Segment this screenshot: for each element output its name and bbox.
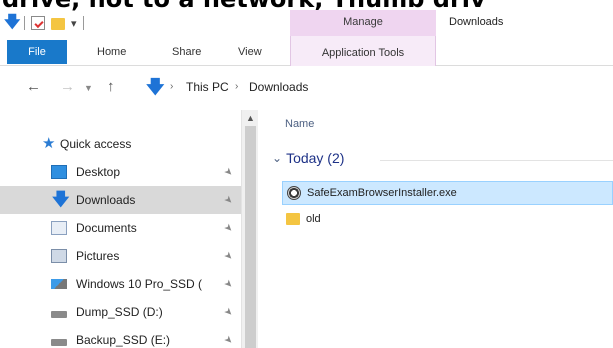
star-icon: ★ xyxy=(42,135,56,152)
download-arrow-icon[interactable]: 🡇 xyxy=(4,15,20,31)
recent-locations-icon[interactable]: ▼ xyxy=(84,83,93,93)
group-header-today[interactable]: ⌄ Today (2) xyxy=(272,150,344,166)
pin-icon[interactable]: ➤ xyxy=(221,277,235,291)
up-arrow-icon[interactable]: ↑ xyxy=(107,78,115,95)
sidebar-item-label: Quick access xyxy=(60,137,132,151)
tab-application-tools[interactable]: Application Tools xyxy=(290,36,436,66)
sidebar-item-label: Backup_SSD (E:) xyxy=(76,333,171,347)
pin-icon[interactable]: ➤ xyxy=(221,193,235,207)
file-row-safeexambrowserinstaller[interactable]: SafeExamBrowserInstaller.exe xyxy=(282,181,613,205)
toolbar-divider xyxy=(24,16,25,30)
group-divider xyxy=(380,160,613,161)
pin-icon[interactable]: ➤ xyxy=(221,333,235,347)
manage-context-tab[interactable]: Manage xyxy=(290,10,436,36)
pictures-icon xyxy=(51,249,67,263)
windows-drive-icon xyxy=(51,279,67,289)
scroll-thumb[interactable] xyxy=(245,126,256,348)
nav-pane-scrollbar[interactable]: ▲ xyxy=(241,110,258,348)
documents-icon xyxy=(51,221,67,235)
sidebar-item-label: Documents xyxy=(76,221,137,235)
breadcrumb-downloads[interactable]: Downloads xyxy=(249,80,308,94)
address-bar: ← → ▼ ↑ 🡇 › This PC › Downloads xyxy=(0,66,613,110)
downloads-icon: 🡇 xyxy=(52,190,70,209)
desktop-icon xyxy=(51,165,67,179)
navigation-pane: ★ Quick access Desktop ➤ 🡇 Downloads ➤ D… xyxy=(0,110,258,348)
pin-icon[interactable]: ➤ xyxy=(221,221,235,235)
sidebar-item-dump-drive[interactable]: Dump_SSD (D:) ➤ xyxy=(0,298,241,326)
properties-icon[interactable] xyxy=(31,16,45,30)
scroll-up-icon[interactable]: ▲ xyxy=(246,113,255,123)
tab-file[interactable]: File xyxy=(7,40,67,64)
sidebar-item-downloads[interactable]: 🡇 Downloads ➤ xyxy=(0,186,241,214)
chevron-down-icon[interactable]: ⌄ xyxy=(272,151,282,165)
forward-arrow-icon[interactable]: → xyxy=(60,78,75,95)
sidebar-item-desktop[interactable]: Desktop ➤ xyxy=(0,158,241,186)
file-list: Name ⌄ Today (2) SafeExamBrowserInstalle… xyxy=(258,110,613,348)
column-header-name[interactable]: Name xyxy=(285,118,314,130)
sidebar-item-label: Downloads xyxy=(76,193,136,207)
customize-toolbar-icon[interactable]: ▾ xyxy=(71,17,77,30)
tab-view[interactable]: View xyxy=(238,40,262,64)
group-label: Today (2) xyxy=(286,150,345,166)
sidebar-item-backup-drive[interactable]: Backup_SSD (E:) ➤ xyxy=(0,326,241,348)
sidebar-item-windows-drive[interactable]: Windows 10 Pro_SSD ( ➤ xyxy=(0,270,241,298)
sidebar-item-label: Windows 10 Pro_SSD ( xyxy=(76,277,203,291)
pin-icon[interactable]: ➤ xyxy=(221,249,235,263)
sidebar-item-label: Dump_SSD (D:) xyxy=(76,305,163,319)
drive-icon xyxy=(51,310,67,318)
window-title: Downloads xyxy=(449,16,504,28)
sidebar-item-label: Desktop xyxy=(76,165,121,179)
breadcrumb-separator[interactable]: › xyxy=(170,81,173,92)
ribbon-tabs: File Home Share View Application Tools xyxy=(0,36,613,66)
sidebar-item-label: Pictures xyxy=(76,249,120,263)
exe-icon xyxy=(287,186,301,200)
downloads-location-icon: 🡇 xyxy=(146,77,165,97)
breadcrumb-separator[interactable]: › xyxy=(235,81,238,92)
folder-icon xyxy=(286,213,300,225)
pin-icon[interactable]: ➤ xyxy=(221,305,235,319)
sidebar-item-quick-access[interactable]: ★ Quick access xyxy=(0,130,241,158)
drive-icon xyxy=(51,338,67,346)
file-name: SafeExamBrowserInstaller.exe xyxy=(307,187,457,199)
pin-icon[interactable]: ➤ xyxy=(221,165,235,179)
file-name: old xyxy=(306,213,321,225)
sidebar-item-pictures[interactable]: Pictures ➤ xyxy=(0,242,241,270)
new-folder-icon[interactable] xyxy=(51,18,65,30)
file-row-old[interactable]: old xyxy=(282,207,613,231)
breadcrumb-this-pc[interactable]: This PC xyxy=(186,80,229,94)
back-arrow-icon[interactable]: ← xyxy=(26,78,41,95)
tab-share[interactable]: Share xyxy=(172,40,201,64)
quick-access-toolbar: 🡇 ▾ xyxy=(0,10,290,36)
sidebar-item-documents[interactable]: Documents ➤ xyxy=(0,214,241,242)
tab-home[interactable]: Home xyxy=(97,40,126,64)
toolbar-divider xyxy=(82,16,84,30)
